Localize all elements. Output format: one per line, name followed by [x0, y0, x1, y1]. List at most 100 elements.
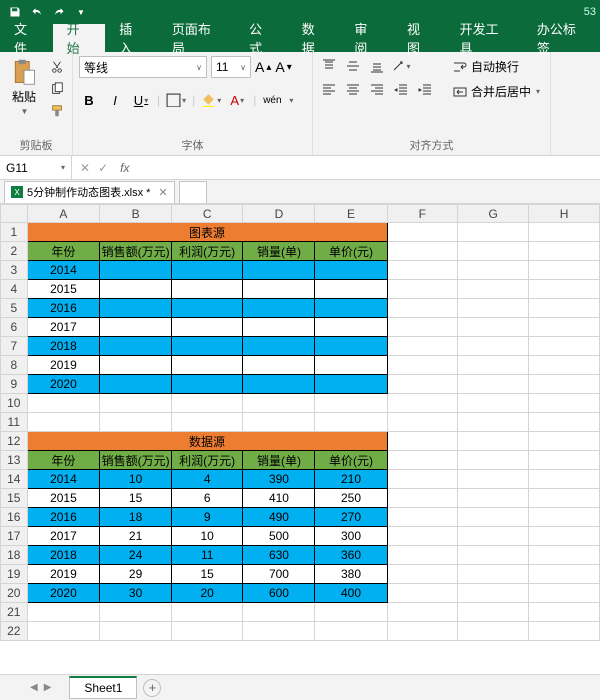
cell[interactable]: [529, 394, 600, 413]
cell[interactable]: [529, 299, 600, 318]
cell[interactable]: [171, 280, 243, 299]
font-name-select[interactable]: 等线∨: [79, 56, 207, 78]
cell[interactable]: [387, 318, 458, 337]
tab-file[interactable]: 文件: [0, 24, 53, 52]
cell[interactable]: [243, 337, 315, 356]
cell[interactable]: 单价(元): [315, 451, 387, 470]
cell[interactable]: 500: [243, 527, 315, 546]
cell[interactable]: [387, 489, 458, 508]
format-painter-icon[interactable]: [48, 102, 66, 120]
cell[interactable]: [27, 603, 100, 622]
cell[interactable]: [529, 527, 600, 546]
sheet-nav-next-icon[interactable]: ▶: [44, 682, 52, 693]
fill-color-button[interactable]: ▾: [201, 90, 221, 110]
add-sheet-button[interactable]: +: [143, 679, 161, 697]
cell[interactable]: [315, 622, 387, 641]
cell[interactable]: [100, 299, 172, 318]
cell[interactable]: 2015: [27, 280, 100, 299]
cell[interactable]: [458, 375, 529, 394]
cell[interactable]: [529, 223, 600, 242]
align-right-icon[interactable]: [367, 80, 387, 100]
cell[interactable]: [458, 546, 529, 565]
select-all-corner[interactable]: [1, 205, 28, 223]
cell[interactable]: [458, 223, 529, 242]
row-header[interactable]: 15: [1, 489, 28, 508]
cell[interactable]: [315, 394, 387, 413]
fx-icon[interactable]: fx: [116, 161, 133, 175]
cell[interactable]: [27, 622, 100, 641]
font-color-button[interactable]: A▾: [227, 90, 247, 110]
column-header[interactable]: F: [387, 205, 458, 223]
decrease-indent-icon[interactable]: [391, 80, 411, 100]
align-top-icon[interactable]: [319, 56, 339, 76]
cell[interactable]: 2016: [27, 508, 100, 527]
cell[interactable]: [387, 375, 458, 394]
cell[interactable]: 15: [171, 565, 243, 584]
cell[interactable]: [100, 337, 172, 356]
cell[interactable]: [458, 337, 529, 356]
border-button[interactable]: ▾: [166, 90, 186, 110]
align-middle-icon[interactable]: [343, 56, 363, 76]
cell[interactable]: [315, 261, 387, 280]
column-header[interactable]: C: [171, 205, 243, 223]
cell[interactable]: [387, 432, 458, 451]
copy-icon[interactable]: [48, 80, 66, 98]
cell[interactable]: 9: [171, 508, 243, 527]
cell[interactable]: [529, 432, 600, 451]
cell[interactable]: [243, 375, 315, 394]
cell[interactable]: [171, 318, 243, 337]
row-header[interactable]: 7: [1, 337, 28, 356]
spreadsheet-grid[interactable]: ABCDEFGH1图表源2年份销售额(万元)利润(万元)销量(单)单价(元)32…: [0, 204, 600, 674]
cell[interactable]: 2019: [27, 356, 100, 375]
cell[interactable]: [387, 356, 458, 375]
cell[interactable]: [529, 565, 600, 584]
cell[interactable]: [100, 394, 172, 413]
cell[interactable]: [387, 280, 458, 299]
cell[interactable]: 20: [171, 584, 243, 603]
cell[interactable]: [387, 565, 458, 584]
cell[interactable]: [171, 261, 243, 280]
tab-view[interactable]: 视图: [393, 24, 446, 52]
cell[interactable]: [458, 470, 529, 489]
cell[interactable]: 18: [100, 508, 172, 527]
orientation-icon[interactable]: ▾: [391, 56, 411, 76]
row-header[interactable]: 20: [1, 584, 28, 603]
cell[interactable]: [100, 622, 172, 641]
cell[interactable]: [243, 261, 315, 280]
cell[interactable]: [458, 527, 529, 546]
cell[interactable]: [387, 299, 458, 318]
cell[interactable]: [387, 470, 458, 489]
sheet-nav-prev-icon[interactable]: ◀: [30, 682, 38, 693]
row-header[interactable]: 21: [1, 603, 28, 622]
row-header[interactable]: 6: [1, 318, 28, 337]
merge-center-button[interactable]: 合并后居中▾: [449, 81, 544, 102]
cell[interactable]: [387, 451, 458, 470]
cell[interactable]: 250: [315, 489, 387, 508]
cell[interactable]: 300: [315, 527, 387, 546]
cell[interactable]: 销售额(万元): [100, 451, 172, 470]
row-header[interactable]: 3: [1, 261, 28, 280]
cell[interactable]: 销量(单): [243, 451, 315, 470]
cell[interactable]: [387, 242, 458, 261]
align-bottom-icon[interactable]: [367, 56, 387, 76]
cell[interactable]: 24: [100, 546, 172, 565]
cell[interactable]: 380: [315, 565, 387, 584]
cell[interactable]: [458, 280, 529, 299]
cell[interactable]: [458, 451, 529, 470]
cell[interactable]: [458, 508, 529, 527]
cell[interactable]: 490: [243, 508, 315, 527]
cell[interactable]: [458, 394, 529, 413]
cell[interactable]: [458, 565, 529, 584]
cell[interactable]: [458, 584, 529, 603]
row-header[interactable]: 8: [1, 356, 28, 375]
cell[interactable]: [100, 413, 172, 432]
cell[interactable]: [243, 394, 315, 413]
cell[interactable]: [171, 394, 243, 413]
cell[interactable]: [529, 356, 600, 375]
cell[interactable]: [243, 356, 315, 375]
cell[interactable]: [171, 356, 243, 375]
cell[interactable]: 销量(单): [243, 242, 315, 261]
cell[interactable]: 15: [100, 489, 172, 508]
cell[interactable]: 销售额(万元): [100, 242, 172, 261]
cell[interactable]: [529, 337, 600, 356]
